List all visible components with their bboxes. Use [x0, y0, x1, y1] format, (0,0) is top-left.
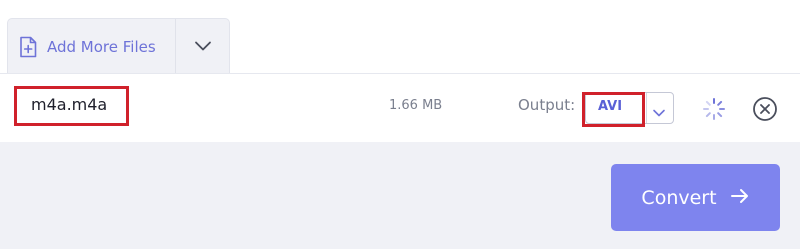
- spinner-icon: [702, 97, 726, 125]
- output-format-highlight: [582, 92, 645, 127]
- add-files-dropdown-button[interactable]: [176, 19, 229, 74]
- file-size: 1.66 MB: [389, 98, 443, 113]
- chevron-down-icon: [652, 103, 666, 122]
- add-more-files-button[interactable]: Add More Files: [8, 19, 176, 74]
- close-circle-icon[interactable]: [752, 96, 778, 126]
- file-plus-icon: [18, 36, 38, 58]
- output-label: Output:: [518, 96, 576, 114]
- arrow-right-icon: [730, 187, 750, 209]
- convert-button[interactable]: Convert: [611, 164, 780, 231]
- file-row: m4a.m4a 1.66 MB Output: AVI: [0, 73, 800, 143]
- add-files-control: Add More Files: [7, 18, 230, 74]
- file-name-highlight: [14, 86, 129, 126]
- convert-label: Convert: [641, 186, 717, 209]
- add-more-files-label: Add More Files: [47, 37, 156, 56]
- chevron-down-icon: [194, 37, 212, 56]
- converter-panel: Add More Files m4a.m4a 1.66 MB Output: A…: [0, 0, 800, 249]
- action-area: Convert: [0, 142, 800, 249]
- output-select-divider: [646, 93, 647, 123]
